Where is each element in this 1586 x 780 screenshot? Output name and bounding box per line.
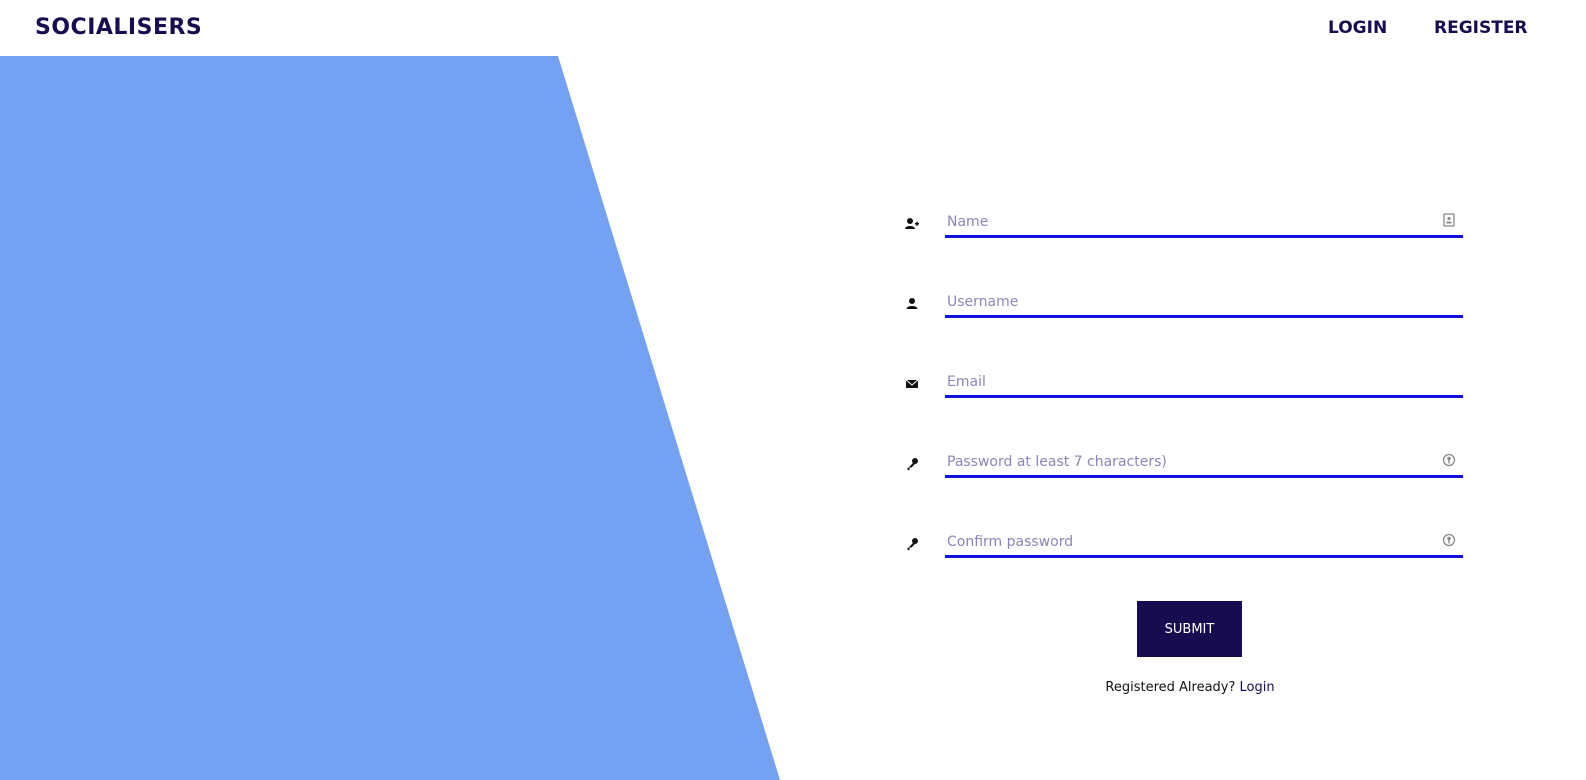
key-badge-icon: [1442, 453, 1456, 467]
username-row: [905, 285, 1465, 325]
confirm-password-row: [905, 525, 1465, 565]
password-row: [905, 445, 1465, 485]
key-icon: [907, 538, 918, 551]
email-row: [905, 365, 1465, 405]
key-badge-icon: [1442, 533, 1456, 547]
confirm-password-input[interactable]: [945, 529, 1463, 558]
user-icon: [906, 298, 918, 309]
contact-card-icon: [1443, 213, 1455, 227]
username-input[interactable]: [945, 289, 1463, 318]
submit-button[interactable]: SUBMIT: [1137, 601, 1242, 657]
login-link[interactable]: Login: [1240, 680, 1275, 695]
key-icon: [907, 458, 918, 471]
registered-already-text: Registered Already? Login: [1000, 680, 1380, 695]
name-row: [905, 205, 1465, 245]
password-input[interactable]: [945, 449, 1463, 478]
top-navbar: SOCIALISERS LOGIN REGISTER: [0, 0, 1586, 56]
user-plus-icon: [905, 218, 919, 229]
brand-logo[interactable]: SOCIALISERS: [35, 15, 202, 40]
registered-label: Registered Already?: [1105, 680, 1236, 695]
decorative-blue-panel: [0, 56, 780, 780]
nav-login-link[interactable]: LOGIN: [1328, 18, 1387, 38]
email-input[interactable]: [945, 369, 1463, 398]
name-input[interactable]: [945, 209, 1463, 238]
envelope-icon: [905, 379, 919, 388]
nav-register-link[interactable]: REGISTER: [1434, 18, 1528, 38]
